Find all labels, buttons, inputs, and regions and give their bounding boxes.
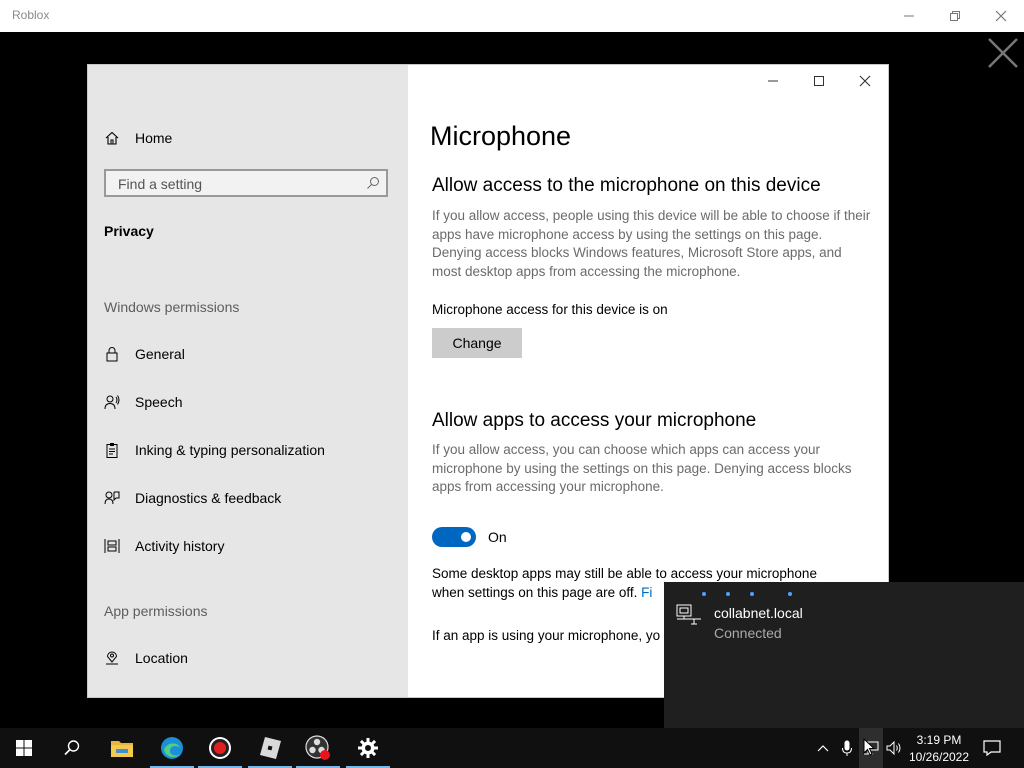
page-title: Microphone <box>430 121 572 151</box>
search-icon <box>367 177 379 189</box>
speech-icon <box>104 395 120 410</box>
nav-item-speech[interactable]: Speech <box>104 382 394 422</box>
taskbar-search-button[interactable] <box>48 728 96 768</box>
settings-close-button[interactable] <box>842 65 888 97</box>
obs-icon <box>305 735 330 760</box>
mouse-cursor-icon <box>863 738 875 756</box>
apps-access-heading: Allow apps to access your microphone <box>432 410 757 431</box>
settings-icon <box>358 738 378 758</box>
toggle-state-label: On <box>488 529 507 545</box>
nav-item-location[interactable]: Location <box>104 638 394 678</box>
settings-nav-pane: Home Privacy Windows permissions General… <box>88 65 408 697</box>
taskbar-settings[interactable] <box>344 728 392 768</box>
edge-icon <box>161 737 183 759</box>
location-icon <box>106 651 118 665</box>
close-icon <box>859 75 871 87</box>
start-button[interactable] <box>0 728 48 768</box>
timeline-icon <box>104 539 120 553</box>
minimize-icon <box>768 80 778 82</box>
desktop-apps-note-line2: when settings on this page are off. <box>432 584 638 600</box>
settings-maximize-button[interactable] <box>796 65 842 97</box>
close-icon <box>988 38 1018 68</box>
volume-icon <box>886 741 901 755</box>
nav-home[interactable]: Home <box>104 118 394 158</box>
network-flyout: collabnet.local Connected <box>664 582 1024 728</box>
restore-icon <box>950 11 960 21</box>
recorder-icon <box>209 737 231 759</box>
nav-item-label: Diagnostics & feedback <box>135 490 282 506</box>
desktop-apps-note-line1: Some desktop apps may still be able to a… <box>432 566 817 581</box>
network-status: Connected <box>714 625 782 641</box>
roblox-close-button[interactable] <box>978 0 1024 32</box>
clock-date: 10/26/2022 <box>908 750 970 764</box>
nav-section-app-permissions: App permissions <box>104 603 208 619</box>
nav-category-title: Privacy <box>104 223 154 239</box>
minimize-icon <box>904 15 914 17</box>
action-center-button[interactable] <box>980 728 1004 768</box>
show-hidden-icons-button[interactable] <box>811 728 835 768</box>
nav-item-label: Speech <box>135 394 183 410</box>
feedback-icon <box>104 491 120 505</box>
file-explorer-icon <box>111 741 133 757</box>
notification-icon <box>983 740 1001 756</box>
app-using-microphone-text: If an app is using your microphone, yo <box>432 628 661 643</box>
maximize-icon <box>814 76 824 86</box>
nav-item-diagnostics[interactable]: Diagnostics & feedback <box>104 478 394 518</box>
device-access-status: Microphone access for this device is on <box>432 302 668 317</box>
clipboard-icon <box>106 443 118 458</box>
roblox-overlay-close-button[interactable] <box>986 36 1020 70</box>
nav-item-label: Inking & typing personalization <box>135 442 325 458</box>
nav-section-windows-permissions: Windows permissions <box>104 299 240 315</box>
settings-minimize-button[interactable] <box>750 65 796 97</box>
change-button[interactable]: Change <box>432 328 522 358</box>
nav-item-label: Location <box>135 650 188 666</box>
clock-time: 3:19 PM <box>916 733 962 747</box>
search-input[interactable] <box>116 174 360 194</box>
taskbar-edge[interactable] <box>148 728 196 768</box>
apps-access-description: If you allow access, you can choose whic… <box>432 442 852 494</box>
device-access-description: If you allow access, people using this d… <box>432 208 871 279</box>
roblox-restore-button[interactable] <box>932 0 978 32</box>
close-icon <box>995 10 1007 22</box>
taskbar-obs[interactable] <box>294 728 342 768</box>
tray-microphone[interactable] <box>835 728 859 768</box>
roblox-titlebar: Roblox <box>0 0 1024 32</box>
microphone-icon <box>842 740 852 756</box>
tray-volume[interactable] <box>882 728 906 768</box>
ethernet-network-icon <box>676 604 701 625</box>
home-icon <box>105 131 119 145</box>
nav-item-label: Activity history <box>135 538 225 554</box>
nav-item-inking-typing[interactable]: Inking & typing personalization <box>104 430 394 470</box>
network-name[interactable]: collabnet.local <box>714 605 803 621</box>
nav-item-activity-history[interactable]: Activity history <box>104 526 394 566</box>
nav-item-label: General <box>135 346 185 362</box>
find-setting-search[interactable] <box>104 169 388 197</box>
lock-icon <box>106 347 118 362</box>
apps-microphone-toggle[interactable] <box>432 527 476 547</box>
taskbar-file-explorer[interactable] <box>98 728 146 768</box>
roblox-window-title: Roblox <box>12 8 50 22</box>
taskbar-clock[interactable]: 3:19 PM 10/26/2022 <box>906 732 972 766</box>
nav-item-general[interactable]: General <box>104 334 394 374</box>
roblox-icon <box>260 737 281 759</box>
start-icon <box>16 740 32 756</box>
search-icon <box>64 740 80 756</box>
find-out-link[interactable]: Fi <box>641 585 652 600</box>
chevron-up-icon <box>817 745 829 752</box>
device-access-heading: Allow access to the microphone on this d… <box>432 175 821 196</box>
taskbar-roblox[interactable] <box>246 728 294 768</box>
nav-home-label: Home <box>135 130 173 146</box>
roblox-minimize-button[interactable] <box>886 0 932 32</box>
taskbar-recorder[interactable] <box>196 728 244 768</box>
